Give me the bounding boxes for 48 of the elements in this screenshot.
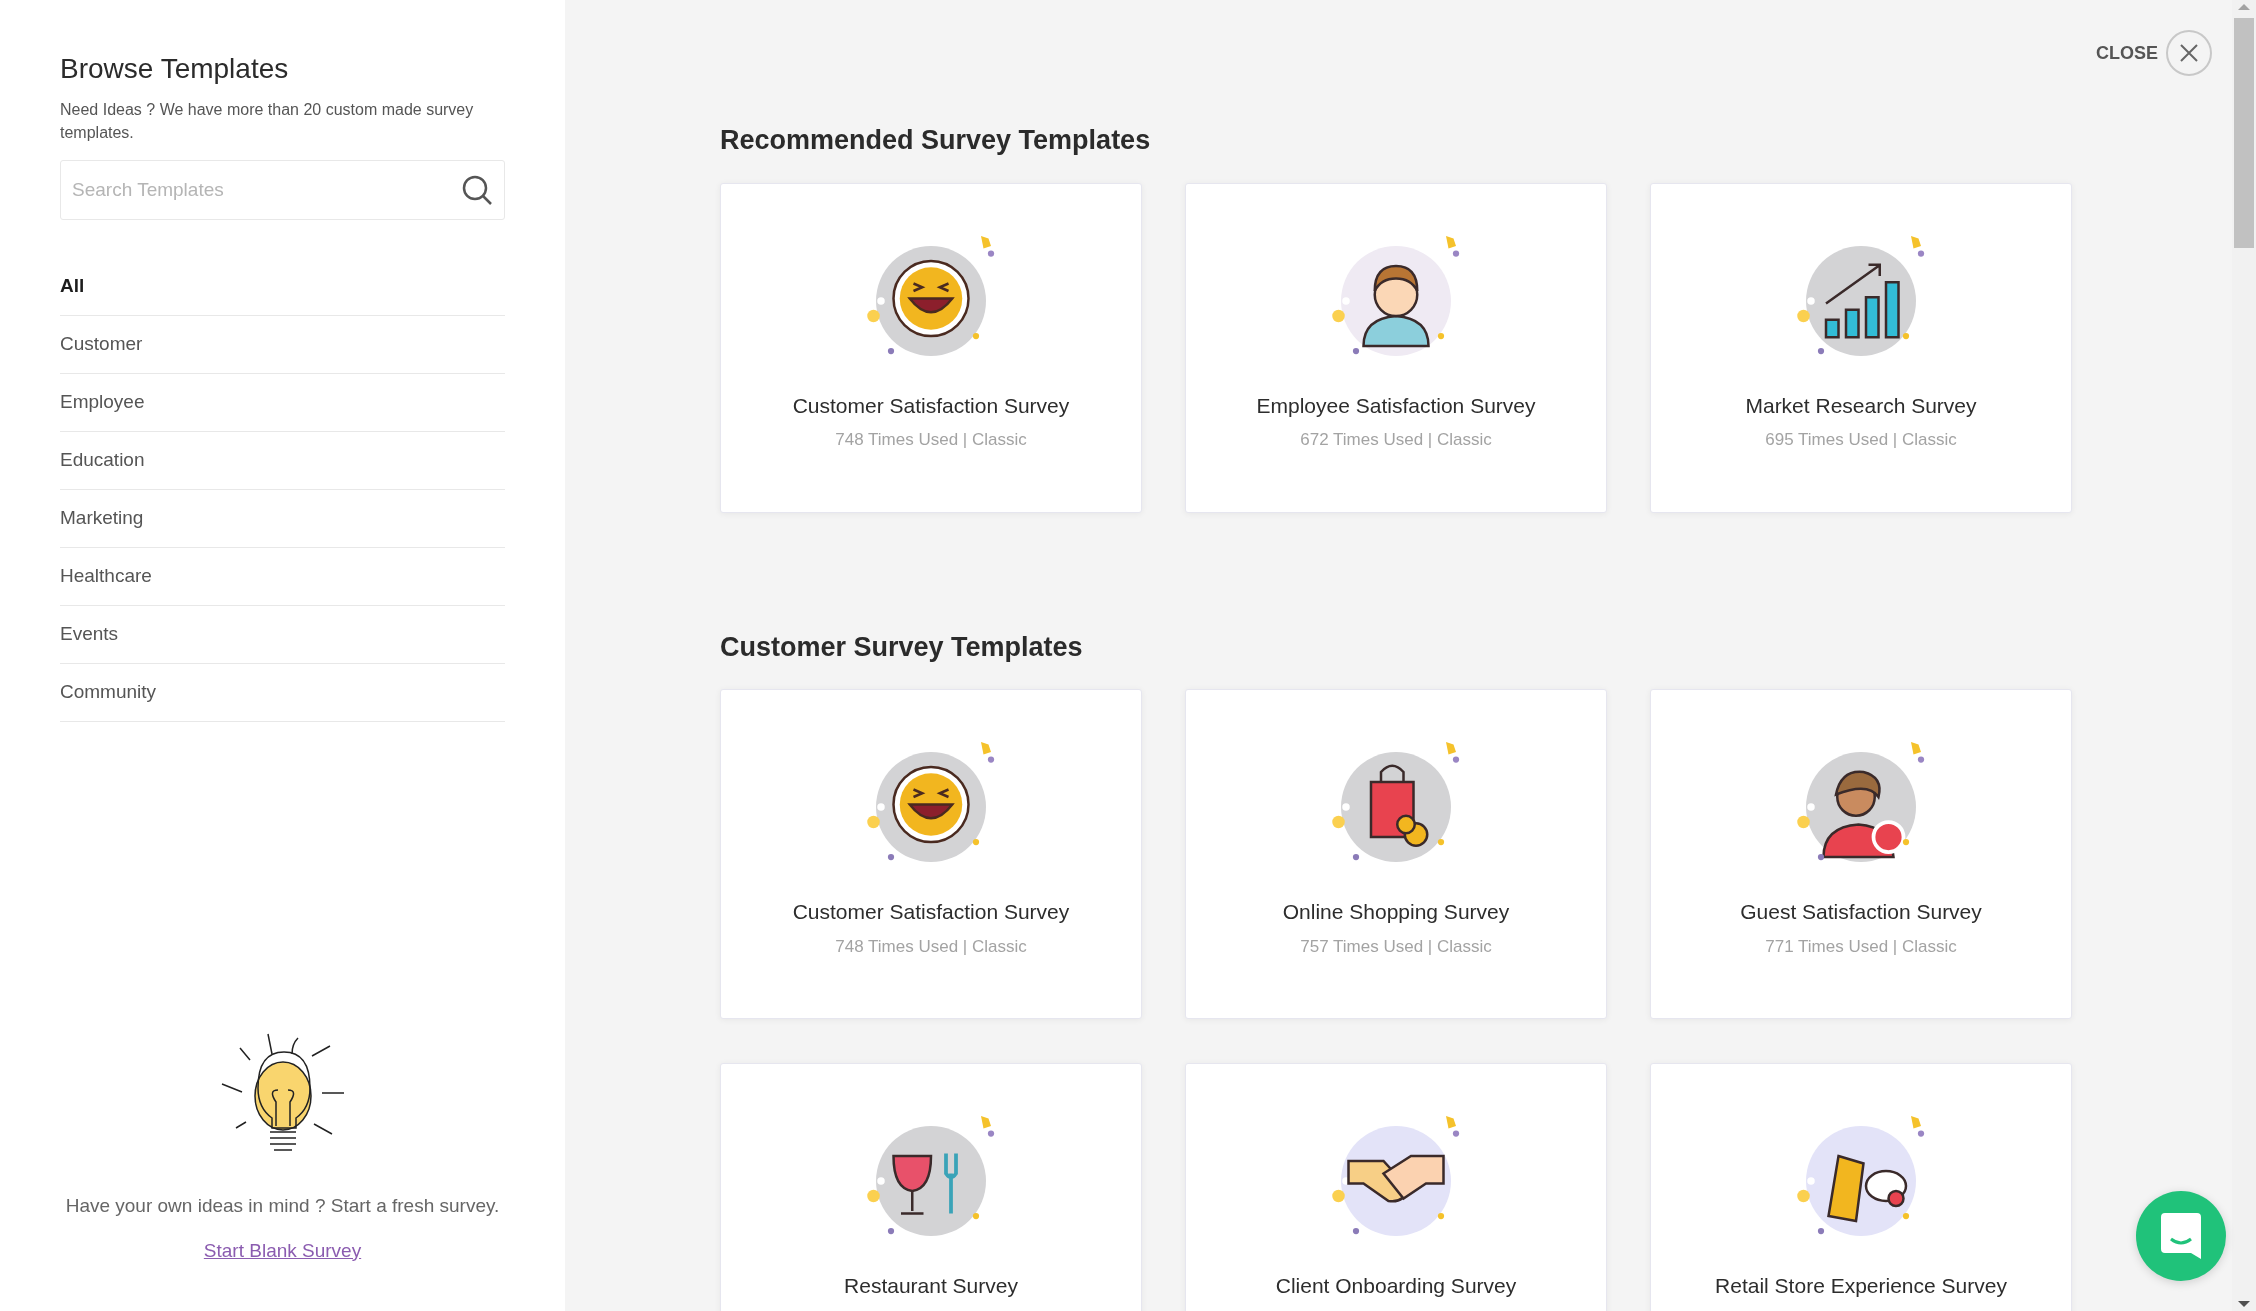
scroll-down-arrow-icon[interactable] xyxy=(2238,1301,2250,1307)
category-item[interactable]: Education xyxy=(60,432,505,490)
sidebar-title: Browse Templates xyxy=(60,52,290,86)
template-card[interactable]: Customer Satisfaction Survey 748 Times Used | Classic xyxy=(720,689,1142,1019)
category-item[interactable]: Employee xyxy=(60,374,505,432)
fresh-survey-prompt: Have your own ideas in mind ? Start a fresh survey. xyxy=(65,1194,500,1218)
template-card[interactable]: Online Shopping Survey 757 Times Used | Classic xyxy=(1185,689,1607,1019)
category-item[interactable]: Community xyxy=(60,664,505,722)
section-heading: Recommended Survey Templates xyxy=(720,124,1152,157)
template-card[interactable]: Employee Satisfaction Survey 672 Times Used | Classic xyxy=(1185,182,1607,513)
template-title: Market Research Survey xyxy=(1745,392,1977,419)
template-usage: 748 Times Used | Classic xyxy=(835,935,1027,958)
template-usage: 672 Times Used | Classic xyxy=(1300,429,1492,451)
scroll-up-arrow-icon[interactable] xyxy=(2238,4,2250,10)
template-usage: 695 Times Used | Classic xyxy=(1765,429,1957,451)
chat-button[interactable] xyxy=(2136,1191,2226,1281)
template-title: Online Shopping Survey xyxy=(1282,899,1510,925)
category-item[interactable]: Customer xyxy=(60,316,505,374)
template-title: Retail Store Experience Survey xyxy=(1715,1273,2007,1299)
template-title: Client Onboarding Survey xyxy=(1275,1273,1517,1299)
close-button[interactable] xyxy=(2166,30,2212,76)
section-heading: Customer Survey Templates xyxy=(720,630,1084,664)
template-card[interactable]: Guest Satisfaction Survey 771 Times Used | Classic xyxy=(1650,689,2072,1019)
template-title: Guest Satisfaction Survey xyxy=(1740,899,1982,925)
category-item[interactable]: Marketing xyxy=(60,490,505,548)
chat-icon xyxy=(2161,1213,2201,1259)
template-card[interactable]: Client Onboarding Survey xyxy=(1185,1063,1607,1311)
template-title: Restaurant Survey xyxy=(844,1273,1018,1299)
template-card[interactable]: Restaurant Survey xyxy=(720,1063,1142,1311)
template-card[interactable]: Customer Satisfaction Survey 748 Times Used | Classic xyxy=(720,182,1142,513)
category-item[interactable]: All xyxy=(60,258,505,316)
sidebar-subtitle: Need Ideas ? We have more than 20 custom made survey templates. xyxy=(60,100,475,143)
template-usage: 748 Times Used | Classic xyxy=(835,429,1027,451)
template-title: Employee Satisfaction Survey xyxy=(1256,392,1536,419)
template-title: Customer Satisfaction Survey xyxy=(792,392,1070,419)
start-blank-survey-link[interactable]: Start Blank Survey xyxy=(203,1236,362,1265)
close-icon xyxy=(2179,43,2199,63)
category-item[interactable]: Healthcare xyxy=(60,548,505,606)
search-icon[interactable] xyxy=(461,174,493,206)
template-card[interactable]: Retail Store Experience Survey xyxy=(1650,1063,2072,1311)
template-title: Customer Satisfaction Survey xyxy=(792,899,1070,925)
template-usage: 757 Times Used | Classic xyxy=(1300,935,1492,958)
template-card[interactable]: Market Research Survey 695 Times Used | Classic xyxy=(1650,182,2072,513)
template-usage: 771 Times Used | Classic xyxy=(1765,935,1957,958)
close-label[interactable]: CLOSE xyxy=(2096,39,2158,67)
scrollbar-thumb[interactable] xyxy=(2234,18,2254,248)
category-item[interactable]: Events xyxy=(60,606,505,664)
search-field[interactable]: Search Templates xyxy=(60,160,505,220)
